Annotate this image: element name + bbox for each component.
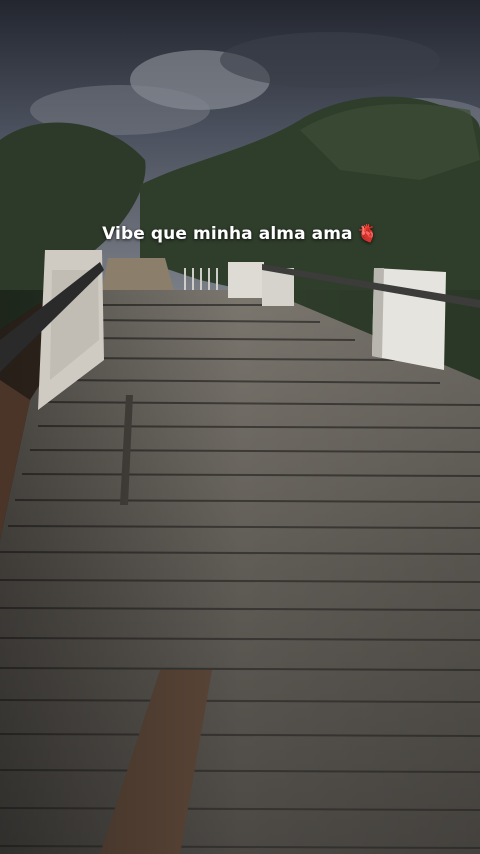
- photo-scene: Vibe que minha alma ama 🫀: [0, 0, 480, 854]
- bridge-photo: [0, 0, 480, 854]
- cloud: [220, 32, 440, 88]
- mid-pillar: [228, 262, 264, 298]
- caption-text: Vibe que minha alma ama: [102, 224, 353, 244]
- anatomical-heart-icon: 🫀: [356, 224, 378, 244]
- right-pillar-shade: [372, 268, 384, 358]
- caption: Vibe que minha alma ama 🫀: [0, 224, 480, 244]
